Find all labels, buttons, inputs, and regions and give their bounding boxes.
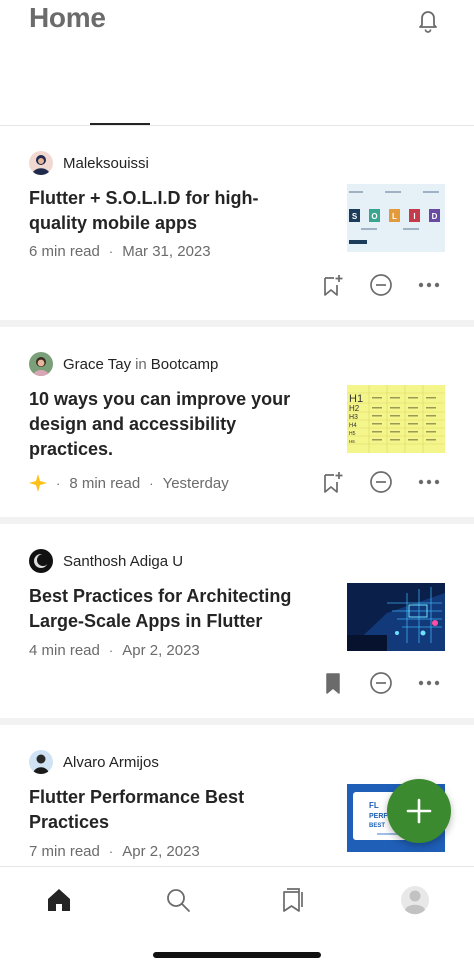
show-less-icon[interactable]: [368, 670, 394, 696]
home-indicator: [153, 952, 321, 958]
home-icon: [45, 886, 73, 914]
tab-library[interactable]: [280, 885, 310, 915]
show-less-icon[interactable]: [368, 272, 394, 298]
publish-date: Yesterday: [162, 474, 229, 492]
thumb-letter: O: [371, 212, 377, 221]
article-card[interactable]: Grace Tay in Bootcamp 10 ways you can im…: [0, 327, 474, 524]
article-meta: 4 min read · Apr 2, 2023: [29, 642, 200, 659]
more-options-icon[interactable]: [416, 272, 442, 298]
title-line: 10 ways you can improve your: [29, 389, 291, 409]
title-line: Practices: [29, 812, 110, 832]
thumb-heading: H6: [349, 439, 355, 444]
tab-profile[interactable]: [400, 885, 430, 915]
member-star-icon: [29, 474, 47, 492]
title-line: Flutter Performance Best: [29, 787, 245, 807]
thumb-letter: I: [413, 212, 415, 221]
profile-icon: [400, 885, 430, 915]
page-title: Home: [29, 2, 106, 33]
header: Home: [0, 0, 474, 126]
in-label: in: [135, 355, 147, 373]
author-avatar: [29, 352, 53, 376]
meta-separator: ·: [108, 244, 114, 259]
author-name[interactable]: Grace Tay: [63, 356, 131, 373]
article-title[interactable]: Best Practices for Architecting Large-Sc…: [29, 584, 314, 634]
article-thumbnail[interactable]: S O L I D: [347, 184, 445, 252]
thumb-letter: S: [352, 212, 358, 221]
title-line: Best Practices for Architecting: [29, 586, 292, 606]
author-name[interactable]: Alvaro Armijos: [63, 754, 159, 771]
title-line: Large-Scale Apps in Flutter: [29, 611, 263, 631]
meta-separator: ·: [149, 475, 154, 491]
article-meta: 7 min read · Apr 2, 2023: [29, 843, 200, 860]
thumb-text: BEST: [369, 823, 385, 829]
author-row[interactable]: Grace Tay in Bootcamp: [29, 351, 218, 377]
article-title[interactable]: Flutter Performance Best Practices: [29, 785, 314, 835]
read-time: 8 min read: [69, 474, 141, 492]
article-title[interactable]: Flutter + S.O.L.I.D for high- quality mo…: [29, 186, 314, 236]
more-options-icon[interactable]: [416, 670, 442, 696]
read-time: 6 min read: [29, 243, 100, 260]
article-meta: 6 min read · Mar 31, 2023: [29, 243, 211, 260]
publish-date: Apr 2, 2023: [122, 843, 200, 860]
thumb-letter: L: [392, 212, 397, 221]
save-bookmark-icon[interactable]: [320, 469, 346, 495]
author-name[interactable]: Santhosh Adiga U: [63, 553, 183, 570]
article-meta: · 8 min read · Yesterday: [29, 474, 229, 492]
publish-date: Apr 2, 2023: [122, 642, 200, 659]
more-options-icon[interactable]: [416, 469, 442, 495]
tab-search[interactable]: [163, 885, 193, 915]
meta-separator: ·: [108, 643, 114, 658]
search-icon: [164, 886, 192, 914]
thumb-letter: D: [432, 212, 438, 221]
read-time: 7 min read: [29, 843, 100, 860]
article-actions: [320, 670, 442, 696]
compose-fab-button[interactable]: [387, 779, 451, 843]
read-time: 4 min read: [29, 642, 100, 659]
meta-separator: ·: [56, 475, 61, 491]
tab-home[interactable]: [44, 885, 74, 915]
article-actions: [320, 469, 442, 495]
active-tab-indicator: [90, 123, 150, 125]
title-line: practices.: [29, 439, 114, 459]
saved-bookmark-icon[interactable]: [320, 670, 346, 696]
thumb-heading: H5: [349, 431, 356, 437]
plus-icon: [406, 798, 432, 824]
author-name[interactable]: Maleksouissi: [63, 155, 149, 172]
save-bookmark-icon[interactable]: [320, 272, 346, 298]
title-line: design and accessibility: [29, 414, 237, 434]
article-thumbnail[interactable]: H1 H2 H3 H4 H5 H6: [347, 385, 445, 453]
author-row[interactable]: Alvaro Armijos: [29, 749, 159, 775]
author-avatar: [29, 750, 53, 774]
thumb-text: PERF: [369, 813, 388, 820]
thumb-heading: H4: [349, 423, 357, 429]
article-card[interactable]: Santhosh Adiga U Best Practices for Arch…: [0, 524, 474, 725]
author-row[interactable]: Santhosh Adiga U: [29, 548, 183, 574]
notifications-bell-icon[interactable]: [414, 6, 442, 34]
thumb-heading: H2: [349, 404, 360, 413]
title-line: quality mobile apps: [29, 213, 198, 233]
article-card[interactable]: Maleksouissi Flutter + S.O.L.I.D for hig…: [0, 126, 474, 327]
author-avatar: [29, 549, 53, 573]
meta-separator: ·: [108, 844, 114, 859]
thumb-heading: H3: [349, 414, 358, 421]
article-actions: [320, 272, 442, 298]
title-line: Flutter + S.O.L.I.D for high-: [29, 188, 259, 208]
publish-date: Mar 31, 2023: [122, 243, 211, 260]
show-less-icon[interactable]: [368, 469, 394, 495]
author-avatar: [29, 151, 53, 175]
article-thumbnail[interactable]: [347, 583, 445, 651]
publication-name[interactable]: Bootcamp: [151, 356, 219, 373]
article-title[interactable]: 10 ways you can improve your design and …: [29, 387, 314, 462]
bookmarks-icon: [281, 886, 309, 914]
thumb-text: FL: [369, 801, 379, 810]
author-row[interactable]: Maleksouissi: [29, 150, 149, 176]
